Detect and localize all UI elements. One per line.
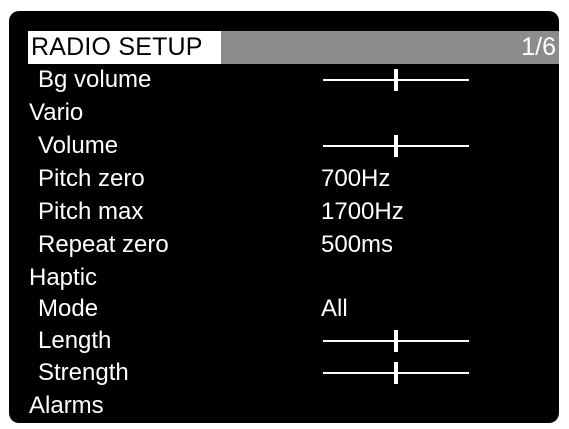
slider-thumb[interactable]: [394, 135, 398, 157]
setting-row-volume[interactable]: Volume: [9, 129, 559, 162]
mode-value[interactable]: All: [321, 292, 348, 325]
setting-label: Repeat zero: [38, 231, 169, 258]
section-header-alarms: Alarms: [9, 389, 559, 422]
section-label: Haptic: [29, 264, 98, 291]
slider-thumb[interactable]: [394, 330, 398, 352]
slider-thumb[interactable]: [394, 69, 398, 91]
pitch-max-value[interactable]: 1700Hz: [321, 195, 404, 228]
repeat-zero-value[interactable]: 500ms: [321, 228, 393, 261]
setting-row-bg-volume[interactable]: Bg volume: [9, 63, 559, 96]
page-indicator: 1/6: [521, 33, 556, 61]
radio-screen: RADIO SETUP 1/6 Bg volume Vario Volume P…: [9, 11, 559, 423]
setting-row-strength[interactable]: Strength: [9, 356, 559, 389]
setting-row-repeat-zero[interactable]: Repeat zero 500ms: [9, 228, 559, 261]
volume-slider[interactable]: [323, 135, 469, 157]
setting-label: Strength: [38, 359, 129, 386]
page-title: RADIO SETUP: [31, 33, 203, 61]
setting-label: Pitch max: [38, 198, 144, 225]
strength-slider[interactable]: [323, 362, 469, 384]
length-slider[interactable]: [323, 330, 469, 352]
bg-volume-slider[interactable]: [323, 69, 469, 91]
title-bar: RADIO SETUP 1/6: [28, 31, 559, 64]
setting-label: Volume: [38, 132, 119, 159]
setting-row-pitch-zero[interactable]: Pitch zero 700Hz: [9, 162, 559, 195]
setting-label: Mode: [38, 295, 99, 322]
setting-row-length[interactable]: Length: [9, 324, 559, 357]
setting-row-pitch-max[interactable]: Pitch max 1700Hz: [9, 195, 559, 228]
section-header-vario: Vario: [9, 96, 559, 129]
section-header-haptic: Haptic: [9, 261, 559, 294]
setting-label: Length: [38, 327, 112, 354]
pitch-zero-value[interactable]: 700Hz: [321, 162, 390, 195]
section-label: Alarms: [29, 392, 104, 419]
section-label: Vario: [29, 99, 84, 126]
setting-row-mode[interactable]: Mode All: [9, 292, 559, 325]
setting-label: Bg volume: [38, 66, 152, 93]
setting-label: Pitch zero: [38, 165, 145, 192]
slider-thumb[interactable]: [394, 362, 398, 384]
